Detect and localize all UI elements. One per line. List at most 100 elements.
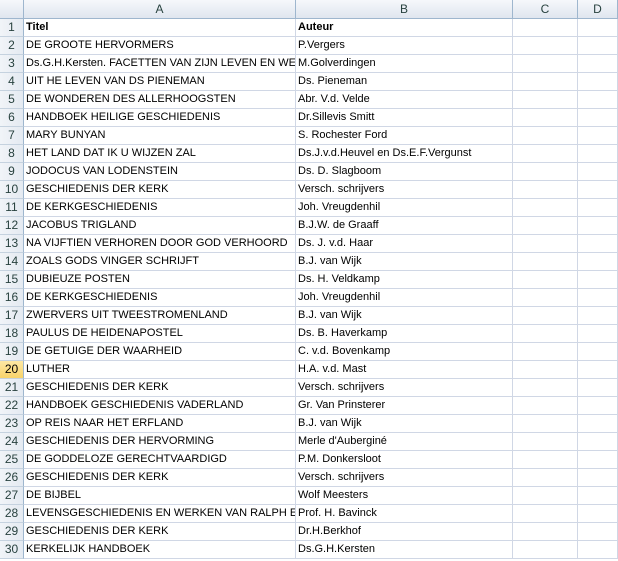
- cell-author[interactable]: Joh. Vreugdenhil: [296, 289, 513, 307]
- cell-empty[interactable]: [578, 505, 618, 523]
- cell-title[interactable]: DUBIEUZE POSTEN: [24, 271, 296, 289]
- cell-empty[interactable]: [513, 469, 578, 487]
- cell-title[interactable]: HET LAND DAT IK U WIJZEN ZAL: [24, 145, 296, 163]
- cell-author[interactable]: Prof. H. Bavinck: [296, 505, 513, 523]
- cell-title[interactable]: Ds.G.H.Kersten. FACETTEN VAN ZIJN LEVEN …: [24, 55, 296, 73]
- cell-title[interactable]: JACOBUS TRIGLAND: [24, 217, 296, 235]
- cell-empty[interactable]: [578, 253, 618, 271]
- row-header[interactable]: 22: [0, 397, 24, 415]
- cell-title[interactable]: NA VIJFTIEN VERHOREN DOOR GOD VERHOORD: [24, 235, 296, 253]
- cell-empty[interactable]: [513, 397, 578, 415]
- cell-empty[interactable]: [513, 307, 578, 325]
- row-header[interactable]: 23: [0, 415, 24, 433]
- cell-author[interactable]: C. v.d. Bovenkamp: [296, 343, 513, 361]
- row-header[interactable]: 9: [0, 163, 24, 181]
- cell-empty[interactable]: [578, 19, 618, 37]
- cell-empty[interactable]: [513, 163, 578, 181]
- cell-empty[interactable]: [578, 91, 618, 109]
- cell-empty[interactable]: [513, 343, 578, 361]
- cell-title[interactable]: GESCHIEDENIS DER KERK: [24, 379, 296, 397]
- cell-author[interactable]: B.J. van Wijk: [296, 307, 513, 325]
- cell-empty[interactable]: [513, 199, 578, 217]
- cell-empty[interactable]: [513, 523, 578, 541]
- row-header[interactable]: 25: [0, 451, 24, 469]
- cell-empty[interactable]: [513, 19, 578, 37]
- cell-title[interactable]: LEVENSGESCHIEDENIS EN WERKEN VAN RALPH E…: [24, 505, 296, 523]
- cell-empty[interactable]: [578, 379, 618, 397]
- cell-empty[interactable]: [513, 181, 578, 199]
- cell-empty[interactable]: [513, 451, 578, 469]
- cell-empty[interactable]: [578, 433, 618, 451]
- cell-title[interactable]: ZOALS GODS VINGER SCHRIJFT: [24, 253, 296, 271]
- row-header[interactable]: 21: [0, 379, 24, 397]
- column-header-b[interactable]: B: [296, 0, 513, 19]
- cell-author[interactable]: B.J. van Wijk: [296, 253, 513, 271]
- cell-empty[interactable]: [578, 181, 618, 199]
- cell-empty[interactable]: [578, 199, 618, 217]
- cell-empty[interactable]: [513, 487, 578, 505]
- row-header[interactable]: 18: [0, 325, 24, 343]
- cell-empty[interactable]: [513, 91, 578, 109]
- cell-empty[interactable]: [578, 451, 618, 469]
- cell-empty[interactable]: [578, 271, 618, 289]
- column-header-a[interactable]: A: [24, 0, 296, 19]
- cell-author[interactable]: Ds. J. v.d. Haar: [296, 235, 513, 253]
- row-header[interactable]: 11: [0, 199, 24, 217]
- cell-empty[interactable]: [513, 433, 578, 451]
- cell-title[interactable]: DE GETUIGE DER WAARHEID: [24, 343, 296, 361]
- cell-title[interactable]: OP REIS NAAR HET ERFLAND: [24, 415, 296, 433]
- cell-empty[interactable]: [578, 415, 618, 433]
- cell-empty[interactable]: [578, 541, 618, 559]
- cell-title[interactable]: DE KERKGESCHIEDENIS: [24, 199, 296, 217]
- cell-empty[interactable]: [513, 253, 578, 271]
- cell-empty[interactable]: [513, 325, 578, 343]
- cell-empty[interactable]: [513, 361, 578, 379]
- cell-empty[interactable]: [578, 127, 618, 145]
- row-header[interactable]: 24: [0, 433, 24, 451]
- column-header-d[interactable]: D: [578, 0, 618, 19]
- cell-title[interactable]: Titel: [24, 19, 296, 37]
- cell-empty[interactable]: [513, 37, 578, 55]
- cell-empty[interactable]: [513, 145, 578, 163]
- cell-empty[interactable]: [578, 109, 618, 127]
- cell-author[interactable]: Ds. Pieneman: [296, 73, 513, 91]
- row-header[interactable]: 28: [0, 505, 24, 523]
- cell-author[interactable]: Dr.Sillevis Smitt: [296, 109, 513, 127]
- cell-author[interactable]: Joh. Vreugdenhil: [296, 199, 513, 217]
- row-header[interactable]: 8: [0, 145, 24, 163]
- row-header[interactable]: 16: [0, 289, 24, 307]
- cell-author[interactable]: Ds. H. Veldkamp: [296, 271, 513, 289]
- cell-title[interactable]: HANDBOEK HEILIGE GESCHIEDENIS: [24, 109, 296, 127]
- cell-empty[interactable]: [578, 145, 618, 163]
- cell-empty[interactable]: [513, 415, 578, 433]
- cell-empty[interactable]: [578, 307, 618, 325]
- select-all-corner[interactable]: [0, 0, 24, 19]
- row-header[interactable]: 2: [0, 37, 24, 55]
- cell-title[interactable]: GESCHIEDENIS DER KERK: [24, 523, 296, 541]
- cell-empty[interactable]: [513, 127, 578, 145]
- cell-author[interactable]: Wolf Meesters: [296, 487, 513, 505]
- row-header[interactable]: 4: [0, 73, 24, 91]
- cell-title[interactable]: DE GROOTE HERVORMERS: [24, 37, 296, 55]
- row-header[interactable]: 17: [0, 307, 24, 325]
- cell-title[interactable]: MARY BUNYAN: [24, 127, 296, 145]
- cell-author[interactable]: Dr.H.Berkhof: [296, 523, 513, 541]
- row-header[interactable]: 20: [0, 361, 24, 379]
- cell-author[interactable]: H.A. v.d. Mast: [296, 361, 513, 379]
- cell-author[interactable]: Gr. Van Prinsterer: [296, 397, 513, 415]
- row-header[interactable]: 1: [0, 19, 24, 37]
- cell-empty[interactable]: [513, 235, 578, 253]
- row-header[interactable]: 27: [0, 487, 24, 505]
- cell-author[interactable]: M.Golverdingen: [296, 55, 513, 73]
- cell-empty[interactable]: [513, 271, 578, 289]
- row-header[interactable]: 29: [0, 523, 24, 541]
- cell-empty[interactable]: [513, 289, 578, 307]
- cell-empty[interactable]: [578, 289, 618, 307]
- cell-title[interactable]: PAULUS DE HEIDENAPOSTEL: [24, 325, 296, 343]
- row-header[interactable]: 5: [0, 91, 24, 109]
- cell-empty[interactable]: [578, 55, 618, 73]
- row-header[interactable]: 3: [0, 55, 24, 73]
- cell-author[interactable]: Versch. schrijvers: [296, 181, 513, 199]
- cell-title[interactable]: GESCHIEDENIS DER HERVORMING: [24, 433, 296, 451]
- row-header[interactable]: 6: [0, 109, 24, 127]
